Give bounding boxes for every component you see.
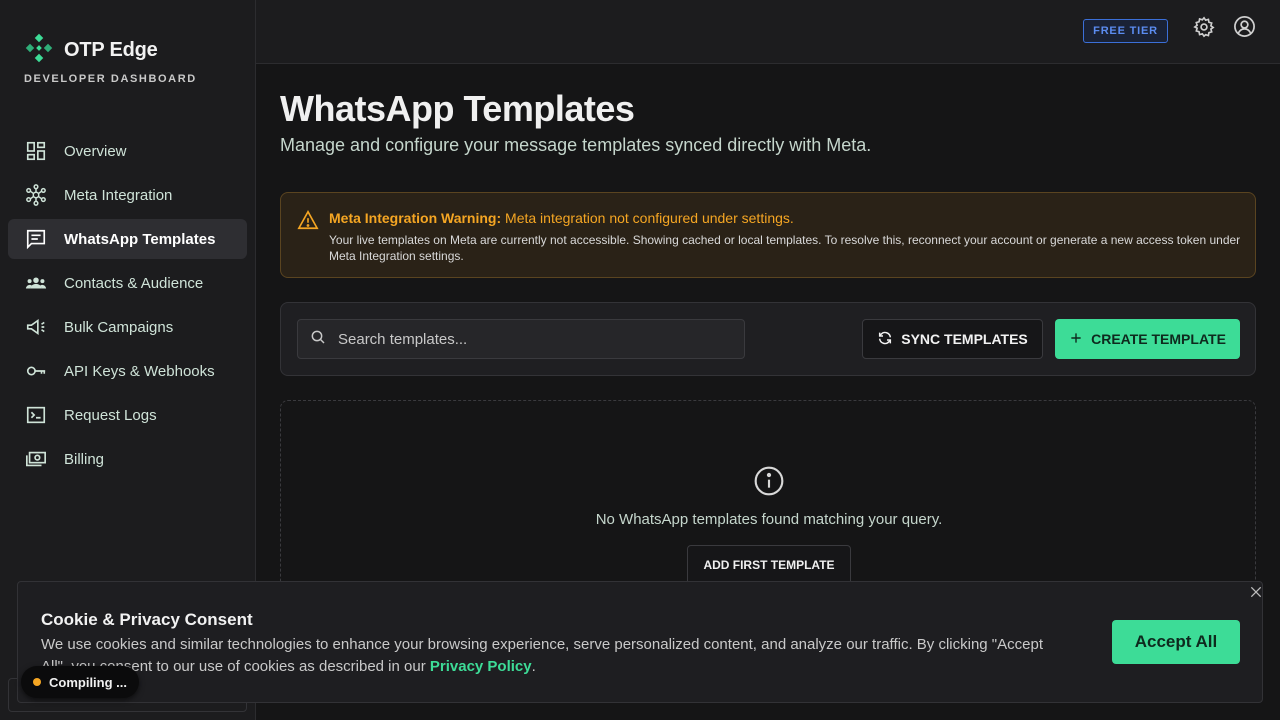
- page-title: WhatsApp Templates: [280, 88, 635, 129]
- hub-network-icon: [24, 183, 48, 207]
- warning-text: Your live templates on Meta are currentl…: [329, 233, 1241, 263]
- gear-icon: [1193, 15, 1215, 43]
- sidebar-item-label: Request Logs: [64, 406, 157, 424]
- add-first-template-button[interactable]: ADD FIRST TEMPLATE: [687, 545, 851, 585]
- brand-name: OTP Edge: [64, 39, 158, 61]
- key-icon: [24, 359, 48, 383]
- compiling-status-toast: Compiling ...: [21, 666, 139, 698]
- sidebar-item-billing[interactable]: Billing: [8, 439, 247, 479]
- user-circle-icon: [1233, 15, 1256, 43]
- brand[interactable]: OTP Edge: [24, 33, 158, 68]
- cookie-consent-banner: Cookie & Privacy Consent We use cookies …: [17, 581, 1263, 703]
- people-group-icon: [24, 271, 48, 295]
- privacy-policy-link[interactable]: Privacy Policy: [430, 658, 532, 675]
- meta-integration-warning: Meta Integration Warning: Meta integrati…: [280, 192, 1256, 278]
- sidebar-item-label: Meta Integration: [64, 186, 173, 204]
- compiling-label: Compiling ...: [49, 674, 127, 690]
- warning-title: Meta Integration Warning: Meta integrati…: [329, 210, 794, 226]
- sidebar-item-contacts-audience[interactable]: Contacts & Audience: [8, 263, 247, 303]
- empty-state-message: No WhatsApp templates found matching you…: [595, 511, 943, 528]
- sidebar-item-whatsapp-templates[interactable]: WhatsApp Templates: [8, 219, 247, 259]
- sync-refresh-icon: [877, 330, 901, 349]
- search-icon: [310, 329, 326, 350]
- templates-toolbar: SYNC TEMPLATES CREATE TEMPLATE: [280, 302, 1256, 376]
- search-box[interactable]: [297, 319, 745, 359]
- cookie-text-body: We use cookies and similar technologies …: [41, 636, 1043, 675]
- sidebar-item-label: API Keys & Webhooks: [64, 362, 215, 380]
- warning-title-bold: Meta Integration Warning:: [329, 210, 502, 226]
- top-bar: FREE TIER: [256, 0, 1280, 64]
- create-template-button[interactable]: CREATE TEMPLATE: [1055, 319, 1240, 359]
- sync-templates-label: SYNC TEMPLATES: [901, 331, 1028, 347]
- close-icon: [1249, 585, 1263, 604]
- sidebar-item-meta-integration[interactable]: Meta Integration: [8, 175, 247, 215]
- tier-badge: FREE TIER: [1083, 19, 1168, 43]
- sidebar-item-label: WhatsApp Templates: [64, 230, 216, 248]
- page-subtitle: Manage and configure your message templa…: [280, 135, 872, 155]
- warning-title-rest: Meta integration not configured under se…: [505, 210, 794, 226]
- sidebar-nav: Overview Meta Integration WhatsApp Templ…: [8, 131, 247, 483]
- create-template-label: CREATE TEMPLATE: [1091, 331, 1226, 347]
- sidebar-item-label: Contacts & Audience: [64, 274, 204, 292]
- cookie-text-end: .: [531, 658, 536, 675]
- sidebar-item-request-logs[interactable]: Request Logs: [8, 395, 247, 435]
- accept-all-button[interactable]: Accept All: [1112, 620, 1240, 664]
- settings-button[interactable]: [1192, 15, 1216, 43]
- cookie-text: We use cookies and similar technologies …: [41, 634, 1061, 678]
- sidebar-item-label: Overview: [64, 142, 127, 160]
- message-template-icon: [24, 227, 48, 251]
- billing-money-icon: [24, 447, 48, 471]
- dashboard-grid-icon: [24, 139, 48, 163]
- cookie-title: Cookie & Privacy Consent: [41, 610, 253, 629]
- otp-edge-logo-icon: [24, 33, 54, 68]
- status-dot-icon: [33, 678, 41, 686]
- account-button[interactable]: [1232, 15, 1256, 43]
- sidebar-item-label: Bulk Campaigns: [64, 318, 174, 336]
- info-circle-icon: [753, 465, 785, 502]
- search-input[interactable]: [338, 330, 718, 348]
- sidebar-item-label: Billing: [64, 450, 105, 468]
- sidebar-item-api-keys-webhooks[interactable]: API Keys & Webhooks: [8, 351, 247, 391]
- brand-subtitle: DEVELOPER DASHBOARD: [24, 73, 197, 85]
- sidebar-item-bulk-campaigns[interactable]: Bulk Campaigns: [8, 307, 247, 347]
- warning-triangle-icon: [297, 209, 319, 236]
- terminal-icon: [24, 403, 48, 427]
- sidebar-item-overview[interactable]: Overview: [8, 131, 247, 171]
- cookie-close-button[interactable]: [1247, 585, 1265, 603]
- sync-templates-button[interactable]: SYNC TEMPLATES: [862, 319, 1043, 359]
- plus-icon: [1069, 331, 1091, 348]
- megaphone-icon: [24, 315, 48, 339]
